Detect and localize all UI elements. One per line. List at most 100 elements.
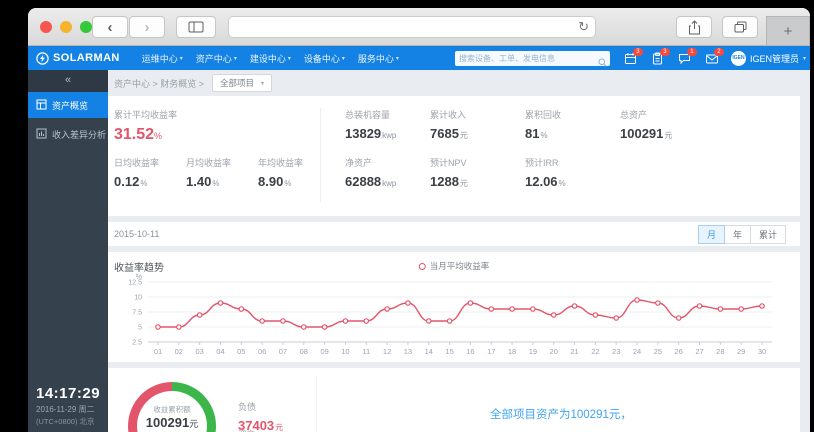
svg-text:08: 08 <box>300 347 308 356</box>
summary-note: 全部项目资产为100291元， <box>490 409 632 421</box>
user-menu[interactable]: IGEN IGEN管理员 ▾ <box>730 50 806 66</box>
sidebar-item-income-variance-analysis[interactable]: 收入差异分析 <box>28 121 108 147</box>
svg-text:15: 15 <box>445 347 453 356</box>
legend-marker-icon <box>418 262 426 270</box>
metric-cumulative-recovery: 累积回收 81% <box>525 110 562 141</box>
donut-center-value: 100291元 <box>145 415 199 430</box>
back-button[interactable]: ‹ <box>92 16 128 38</box>
divider <box>320 108 321 202</box>
sidebar-toggle-button[interactable] <box>176 16 216 38</box>
browser-window: ‹ › ↻ + SOLARMAN 运维中心 ▾ 资产中心 ▾ 建设中心 ▾ 设备中心 ▾ 服务中… <box>28 8 810 432</box>
refresh-icon[interactable]: ↻ <box>578 19 589 35</box>
svg-text:19: 19 <box>529 347 537 356</box>
metric-installed-capacity: 总装机容量 13829kwp <box>345 110 397 141</box>
project-select-value: 全部项目 <box>220 78 255 88</box>
svg-text:27: 27 <box>695 347 703 356</box>
svg-text:07: 07 <box>279 347 287 356</box>
trend-line-chart: 12.5107.552.5%01 02 03 04 05 06 07 08 09 10 11 12 13… <box>128 274 772 356</box>
svg-text:14: 14 <box>425 347 433 356</box>
chevron-down-icon: ▾ <box>233 55 237 62</box>
svg-text:02: 02 <box>175 347 183 356</box>
new-tab-button[interactable]: + <box>766 16 810 46</box>
metric-label: 累计平均收益率 <box>114 110 178 120</box>
overview-icon <box>36 99 47 112</box>
nav-item-service-center[interactable]: 服务中心 ▾ <box>358 52 399 65</box>
svg-text:29: 29 <box>737 347 745 356</box>
nav-item-asset-center[interactable]: 资产中心 ▾ <box>196 52 237 65</box>
main-nav: 运维中心 ▾ 资产中心 ▾ 建设中心 ▾ 设备中心 ▾ 服务中心 ▾ <box>142 52 399 65</box>
tabs-icon <box>734 21 746 33</box>
calendar-icon[interactable]: 3 <box>624 47 643 65</box>
svg-text:06: 06 <box>258 347 266 356</box>
search-icon[interactable] <box>598 54 607 72</box>
brand-name: SOLARMAN <box>53 52 120 64</box>
nav-item-construction-center[interactable]: 建设中心 ▾ <box>250 52 291 65</box>
trend-chart-card: 收益率趋势 当月平均收益率 12.5 10 7.5 5 2.5% 01 02 03 04 05 06… <box>108 252 800 362</box>
date-value[interactable]: 2015-10-11 <box>114 229 159 239</box>
notification-badge: 2 <box>713 47 724 56</box>
sidebar-collapse-button[interactable]: « <box>28 70 108 92</box>
minimize-button[interactable] <box>60 21 72 33</box>
notification-badge: 3 <box>659 47 670 56</box>
chevron-down-icon: ▾ <box>287 55 291 62</box>
global-search[interactable] <box>454 50 610 67</box>
chevron-down-icon: ▾ <box>179 55 183 62</box>
nav-item-label: 资产中心 <box>195 53 232 64</box>
nav-item-device-center[interactable]: 设备中心 ▾ <box>304 52 345 65</box>
liability-label: 负债 <box>238 402 257 412</box>
notification-icons: 3 3 1 2 <box>624 47 724 65</box>
period-filter: 月年累计 <box>697 225 786 244</box>
chevron-down-icon: ▾ <box>395 55 399 62</box>
share-button[interactable] <box>676 16 712 38</box>
svg-text:03: 03 <box>195 347 203 356</box>
address-input[interactable] <box>237 19 571 37</box>
sidebar-item-asset-overview[interactable]: 资产概览 <box>28 92 108 118</box>
svg-text:17: 17 <box>487 347 495 356</box>
forward-button[interactable]: › <box>129 16 165 38</box>
clock-timezone: (UTC+0800) 北京 <box>36 417 95 426</box>
chart-legend[interactable]: 当月平均收益率 <box>418 260 490 272</box>
search-input[interactable] <box>454 53 595 63</box>
nav-item-ops-center[interactable]: 运维中心 ▾ <box>142 52 183 65</box>
sidebar: « 资产概览 收入差异分析 14:17:29 2016-11-29 周二 (UTC… <box>28 70 108 432</box>
avatar: IGEN <box>730 50 746 66</box>
svg-text:13: 13 <box>404 347 412 356</box>
legend-label: 当月平均收益率 <box>429 261 490 271</box>
period-button-year[interactable]: 年 <box>723 225 751 244</box>
svg-text:09: 09 <box>320 347 328 356</box>
chart-title: 收益率趋势 <box>114 263 164 274</box>
browser-toolbar: ‹ › ↻ + <box>28 8 810 46</box>
zoom-button[interactable] <box>80 21 92 33</box>
address-bar[interactable]: ↻ <box>228 16 596 38</box>
traffic-lights <box>40 21 92 33</box>
svg-text:23: 23 <box>612 347 620 356</box>
sidebar-items: 资产概览收入差异分析 <box>28 92 108 147</box>
period-button-month[interactable]: 月 <box>697 225 725 244</box>
svg-text:26: 26 <box>675 347 683 356</box>
breadcrumb[interactable]: 资产中心 > 财务概览 > <box>114 77 204 90</box>
svg-text:28: 28 <box>716 347 724 356</box>
divider <box>316 376 317 432</box>
period-button-total[interactable]: 累计 <box>749 225 786 244</box>
svg-text:12: 12 <box>383 347 391 356</box>
mail-icon[interactable]: 2 <box>705 47 724 65</box>
sidebar-item-label: 资产概览 <box>52 100 89 111</box>
tab-overview-button[interactable] <box>722 16 758 38</box>
metric-cumulative-average-yield: 累计平均收益率 31.52% <box>114 108 177 144</box>
share-icon <box>688 19 700 34</box>
svg-text:05: 05 <box>237 347 245 356</box>
close-button[interactable] <box>40 21 52 33</box>
metric-estimated-irr: 预计IRR 12.06% <box>525 158 566 189</box>
clipboard-icon[interactable]: 3 <box>651 47 670 65</box>
svg-text:16: 16 <box>466 347 474 356</box>
chevron-down-icon: ▾ <box>261 80 265 87</box>
svg-text:24: 24 <box>633 347 641 356</box>
chat-icon[interactable]: 1 <box>678 47 697 65</box>
metric-net-assets: 净资产 62888kwp <box>345 158 397 189</box>
project-select[interactable]: 全部项目 ▾ <box>212 74 273 92</box>
solarman-logo[interactable]: SOLARMAN <box>36 51 120 65</box>
svg-text:21: 21 <box>570 347 578 356</box>
clock-date: 2016-11-29 周二 <box>36 405 95 414</box>
metrics-card: 累计平均收益率 31.52% 日均收益率 0.12% 月均收益率 1.40% 年均收益率… <box>108 96 800 216</box>
sidebar-item-label: 收入差异分析 <box>52 129 107 140</box>
